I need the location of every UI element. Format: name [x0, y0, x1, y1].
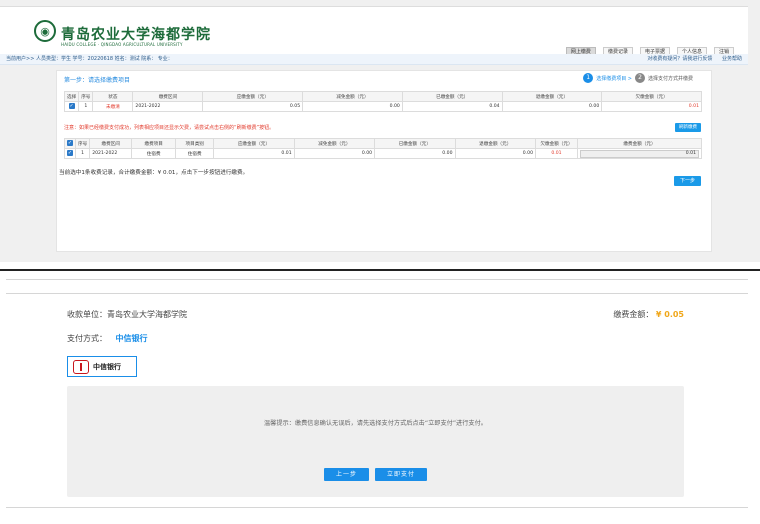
- cell-index: 1: [74, 148, 91, 159]
- item-table: 序号 缴费区间 缴费项目 项目类别 应缴金额（元） 减免金额（元） 已缴金额（元…: [64, 138, 702, 159]
- confirm-box: 温馨提示：缴费信息确认无误后，请先选择支付方式后点击“立即支付”进行支付。 上一…: [67, 386, 684, 497]
- row-checkbox[interactable]: [63, 101, 80, 112]
- pay-now-button[interactable]: 立即支付: [375, 468, 428, 481]
- refresh-notice: 注意：如果已经缴费支付成功，列表相应项目还显示欠费，请尝试点击右侧的“刷新缴费”…: [64, 125, 275, 131]
- select-all-checkbox-icon[interactable]: [67, 140, 73, 147]
- cell-period: 2021-2022: [89, 148, 133, 159]
- previous-step-button[interactable]: 上一步: [323, 468, 369, 481]
- cell-reduction: 0.00: [293, 148, 376, 159]
- amount-label: 缴费金额：: [613, 310, 654, 319]
- arrears-table: 选择 序号 状态 缴费区间 应缴金额（元） 减免金额（元） 已缴金额（元） 退缴…: [63, 91, 702, 112]
- col-due: 应缴金额（元）: [202, 91, 304, 102]
- payment-method: 支付方式： 中信银行: [67, 333, 148, 344]
- method-label: 支付方式：: [67, 334, 107, 343]
- col-period: 缴费区间: [89, 138, 133, 149]
- col-select-all[interactable]: [64, 138, 76, 149]
- table-row[interactable]: 1 未缴清 2021-2022 0.05 0.00 0.04 0.00 0.01: [63, 101, 702, 112]
- cell-refund: 0.00: [454, 148, 537, 159]
- col-refund: 退缴金额（元）: [501, 91, 603, 102]
- top-rule: [6, 279, 748, 280]
- col-reduction: 减免金额（元）: [302, 91, 403, 102]
- pay-amount-input[interactable]: 0.01: [580, 149, 699, 158]
- amount-value: ¥ 0.05: [655, 310, 684, 319]
- college-name-cn: 青岛农业大学海都学院: [61, 27, 211, 43]
- step-card: 第一步：请选择缴费项目 1 选择缴费项目 > 2 选择支付方式并缴费 选择 序号…: [56, 70, 712, 252]
- feedback-link[interactable]: 对收费有疑问？请我进行反馈: [647, 56, 712, 62]
- cell-reduction: 0.00: [302, 101, 403, 112]
- refresh-payment-button[interactable]: 刷新缴费: [675, 123, 701, 132]
- college-name-en: HAIDU COLLEGE · QINGDAO AGRICULTURAL UNI…: [61, 42, 183, 47]
- col-owed: 欠缴金额（元）: [601, 91, 702, 102]
- bank-option-label: 中信银行: [93, 362, 121, 371]
- col-select: 选择: [63, 91, 80, 102]
- col-paid: 已缴金额（元）: [401, 91, 503, 102]
- payment-tip: 温馨提示：缴费信息确认无误后，请先选择支付方式后点击“立即支付”进行支付。: [264, 420, 487, 427]
- method-value: 中信银行: [115, 334, 148, 343]
- cell-paid: 0.04: [401, 101, 503, 112]
- cell-pay-amount: 0.01: [577, 148, 702, 159]
- cell-paid: 0.00: [374, 148, 456, 159]
- cell-due: 0.01: [213, 148, 295, 159]
- checkbox-checked-icon[interactable]: [68, 103, 75, 110]
- step-2-badge: 2: [634, 73, 645, 83]
- cell-refund: 0.00: [501, 101, 603, 112]
- col-item: 缴费项目: [131, 138, 177, 149]
- payment-confirm-panel: 收款单位：青岛农业大学海都学院 缴费金额： ¥ 0.05 支付方式： 中信银行 …: [0, 272, 760, 524]
- col-due: 应缴金额（元）: [213, 138, 295, 149]
- col-pay-amount: 缴费金额（元）: [577, 138, 702, 149]
- cell-period: 2021-2022: [132, 101, 204, 112]
- row-checkbox[interactable]: [64, 148, 76, 159]
- college-logo-icon: ◉: [34, 20, 56, 42]
- col-reduction: 减免金额（元）: [293, 138, 376, 149]
- section-divider: [0, 269, 760, 271]
- stepper: 1 选择缴费项目 > 2 选择支付方式并缴费: [583, 73, 693, 83]
- help-link[interactable]: 业务帮助: [722, 56, 742, 62]
- action-buttons: 上一步 立即支付: [67, 468, 684, 481]
- citic-bank-icon: [73, 359, 89, 374]
- step-1-label: 选择缴费项目 >: [596, 75, 632, 82]
- cell-status: 未缴清: [92, 101, 134, 112]
- user-info-text: 当前用户>> 人员类型：学生 学号：20220618 姓名：测试 院系： 专业：: [6, 56, 173, 62]
- step-2-label: 选择支付方式并缴费: [647, 75, 693, 82]
- col-index: 序号: [74, 138, 91, 149]
- cell-owed: 0.01: [535, 148, 578, 159]
- payee-unit: 收款单位：青岛农业大学海都学院: [67, 310, 187, 319]
- next-step-button[interactable]: 下一步: [673, 176, 701, 186]
- col-paid: 已缴金额（元）: [374, 138, 456, 149]
- top-rule-2: [6, 293, 748, 294]
- cell-owed: 0.01: [601, 101, 702, 112]
- checkbox-checked-icon[interactable]: [67, 150, 73, 157]
- user-info-bar: 当前用户>> 人员类型：学生 学号：20220618 姓名：测试 院系： 专业：…: [0, 54, 748, 65]
- cell-item: 住宿费: [131, 148, 177, 159]
- site-header: ◉ 青岛农业大学海都学院 HAIDU COLLEGE · QINGDAO AGR…: [0, 6, 748, 58]
- col-period: 缴费区间: [132, 91, 204, 102]
- selection-summary: 当前选中1条收费记录，合计缴费金额：¥ 0.01，点击下一步按钮进行缴费。: [59, 170, 249, 176]
- payment-selection-panel: ◉ 青岛农业大学海都学院 HAIDU COLLEGE · QINGDAO AGR…: [0, 0, 760, 262]
- step-1-badge: 1: [583, 73, 594, 83]
- col-status: 状态: [92, 91, 134, 102]
- payment-amount: 缴费金额： ¥ 0.05: [613, 309, 684, 320]
- cell-index: 1: [78, 101, 94, 112]
- step-title: 第一步：请选择缴费项目: [64, 77, 131, 84]
- col-owed: 欠缴金额（元）: [535, 138, 578, 149]
- bank-option-citic[interactable]: 中信银行: [67, 356, 137, 377]
- col-index: 序号: [78, 91, 94, 102]
- col-refund: 退缴金额（元）: [454, 138, 537, 149]
- cell-due: 0.05: [202, 101, 304, 112]
- table-row[interactable]: 1 2021-2022 住宿费 住宿费 0.01 0.00 0.00 0.00 …: [64, 148, 702, 159]
- infobar-links: 对收费有疑问？请我进行反馈 业务帮助: [639, 54, 742, 64]
- col-category: 项目类别: [175, 138, 215, 149]
- bottom-rule: [6, 507, 748, 508]
- cell-category: 住宿费: [175, 148, 215, 159]
